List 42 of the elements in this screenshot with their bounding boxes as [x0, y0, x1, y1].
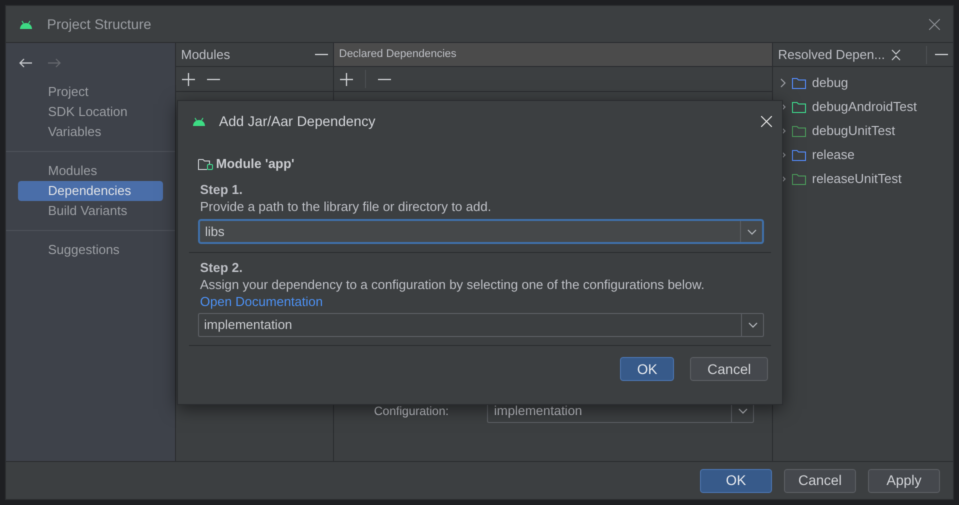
path-field[interactable]: libs — [198, 219, 764, 244]
tree-item[interactable]: debug — [773, 71, 953, 95]
sidebar-item[interactable]: Suggestions — [18, 240, 163, 260]
sidebar-item[interactable]: SDK Location — [18, 102, 163, 122]
dialog-title: Add Jar/Aar Dependency — [219, 112, 376, 131]
chevron-down-icon — [746, 228, 756, 234]
module-folder-icon — [198, 158, 213, 170]
tree-item[interactable]: releaseUnitTest — [773, 167, 953, 191]
chevron-right-icon[interactable] — [780, 78, 786, 88]
add-icon[interactable] — [182, 72, 195, 86]
collapse-icon[interactable] — [890, 48, 901, 60]
chevron-down-icon — [748, 322, 758, 328]
tree-item[interactable]: debugAndroidTest — [773, 95, 953, 119]
ok-button[interactable]: OK — [620, 357, 674, 381]
footer-button[interactable]: Cancel — [784, 468, 856, 492]
sidebar-item[interactable]: Build Variants — [18, 201, 163, 221]
chevron-down-icon — [738, 408, 748, 414]
sidebar-item[interactable]: Project — [18, 82, 163, 102]
sidebar-item[interactable]: Variables — [18, 122, 163, 142]
android-icon — [19, 20, 33, 28]
step-description: Assign your dependency to a configuration by selecting one of the configurations below. — [200, 276, 706, 292]
tree-item[interactable]: debugUnitTest — [773, 119, 953, 143]
panel-title: Declared Dependencies — [339, 47, 456, 62]
step-title: Step 1. — [200, 181, 244, 197]
module-name: Module 'app' — [216, 155, 294, 174]
configuration-dropdown[interactable]: implementation — [198, 313, 764, 337]
footer-button[interactable]: Apply — [868, 468, 940, 492]
configuration-label: Configuration: — [374, 403, 450, 420]
add-icon[interactable] — [340, 72, 353, 86]
documentation-link[interactable]: Open Documentation — [200, 292, 762, 309]
panel-title: Resolved Depen... — [778, 46, 885, 64]
ok-button[interactable]: OK — [700, 468, 772, 492]
android-icon — [192, 116, 206, 126]
panel-title: Modules — [181, 46, 230, 64]
dialog-button[interactable]: Cancel — [690, 357, 768, 381]
sidebar-item[interactable]: Dependencies — [18, 181, 163, 201]
sidebar-item[interactable]: Modules — [18, 161, 163, 181]
back-arrow-icon[interactable] — [19, 58, 33, 68]
step-description: Provide a path to the library file or directory to add. — [200, 198, 492, 214]
step-title: Step 2. — [200, 259, 244, 275]
window-title: Project Structure — [47, 14, 152, 34]
tree-item[interactable]: release — [773, 143, 953, 167]
